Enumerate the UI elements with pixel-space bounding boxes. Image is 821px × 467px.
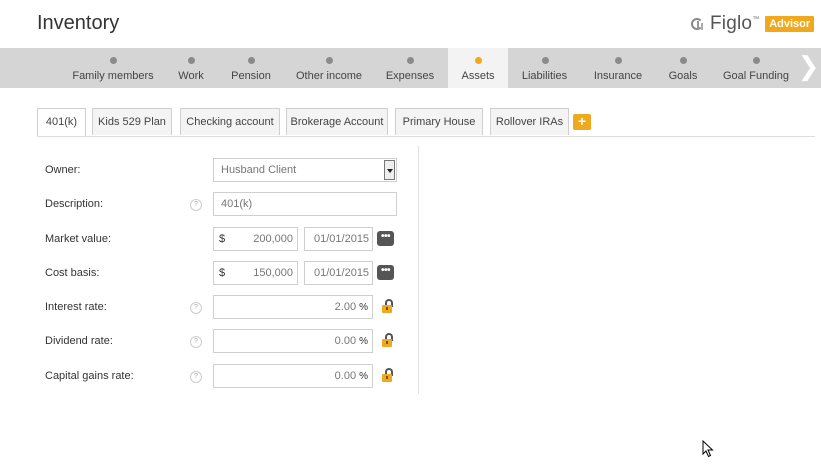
market-value-date-field[interactable]: 01/01/2015 [304, 227, 373, 251]
owner-label: Owner: [45, 164, 81, 176]
nav-item-insurance[interactable]: Insurance [590, 48, 646, 88]
description-label: Description: [45, 198, 104, 210]
nav-item-liabilities[interactable]: Liabilities [517, 48, 572, 88]
cost-basis-label: Cost basis: [45, 267, 100, 279]
unlock-icon[interactable] [379, 298, 395, 314]
chevron-right-icon[interactable]: ❯ [796, 48, 821, 88]
currency-symbol: $ [219, 267, 226, 279]
dividend-rate-value: 0.00 [334, 335, 357, 347]
interest-rate-field[interactable]: 2.00% [213, 295, 373, 319]
tab-kids-529-plan[interactable]: Kids 529 Plan [92, 108, 172, 135]
interest-rate-label: Interest rate: [45, 301, 107, 313]
brand-logo: Figlo ™ Advisor [691, 13, 815, 35]
more-options-icon[interactable]: ••• [377, 231, 394, 246]
step-dot-icon [188, 57, 195, 64]
tab-checking-account[interactable]: Checking account [180, 108, 280, 135]
step-dot-icon [248, 57, 255, 64]
market-value-amount: 200,000 [253, 233, 293, 245]
market-value-label: Market value: [45, 233, 112, 245]
step-navigation: Family members Work Pension Other income… [0, 48, 821, 88]
help-icon[interactable]: ? [190, 199, 202, 211]
help-icon[interactable]: ? [190, 336, 202, 348]
percent-unit: % [359, 302, 368, 313]
step-dot-icon [615, 57, 622, 64]
percent-unit: % [359, 336, 368, 347]
nav-item-label: Pension [231, 70, 271, 82]
owner-select-value: Husband Client [221, 164, 297, 176]
unlock-icon[interactable] [379, 367, 395, 383]
capital-gains-rate-label: Capital gains rate: [45, 370, 134, 382]
dividend-rate-label: Dividend rate: [45, 335, 113, 347]
owner-select[interactable]: Husband Client [213, 158, 397, 182]
nav-item-other-income[interactable]: Other income [293, 48, 365, 88]
step-dot-icon [753, 57, 760, 64]
nav-item-work[interactable]: Work [170, 48, 212, 88]
description-field[interactable]: 401(k) [213, 192, 397, 216]
step-dot-icon [326, 57, 333, 64]
more-options-icon[interactable]: ••• [377, 265, 394, 280]
chevron-down-icon[interactable] [384, 160, 395, 180]
nav-item-expenses[interactable]: Expenses [382, 48, 438, 88]
tab-401k[interactable]: 401(k) [37, 108, 86, 136]
panel-divider [418, 146, 419, 394]
tab-primary-house[interactable]: Primary House [395, 108, 483, 135]
nav-item-pension[interactable]: Pension [226, 48, 276, 88]
step-dot-icon [541, 57, 549, 64]
step-dot-icon [110, 57, 117, 64]
nav-item-label: Insurance [593, 70, 643, 82]
nav-item-family-members[interactable]: Family members [68, 48, 158, 88]
unlock-icon[interactable] [379, 332, 395, 348]
capital-gains-rate-field[interactable]: 0.00% [213, 364, 373, 388]
brand-trademark: ™ [752, 15, 760, 23]
nav-item-label: Expenses [385, 70, 435, 82]
nav-item-label: Liabilities [521, 70, 568, 82]
page-title: Inventory [37, 12, 120, 34]
add-asset-button[interactable]: + [573, 114, 591, 130]
cost-basis-amount: 150,000 [253, 267, 293, 279]
app-header: Inventory Figlo ™ Advisor [0, 0, 821, 48]
step-dot-icon [407, 57, 414, 64]
nav-item-label: Goals [668, 70, 698, 82]
mouse-cursor-icon [702, 440, 714, 458]
nav-item-label: Goal Funding [722, 70, 790, 82]
nav-item-goals[interactable]: Goals [663, 48, 703, 88]
help-icon[interactable]: ? [190, 302, 202, 314]
market-value-field[interactable]: $ 200,000 [213, 227, 298, 251]
currency-symbol: $ [219, 233, 226, 245]
tab-rollover-iras[interactable]: Rollover IRAs [490, 108, 569, 135]
nav-item-goal-funding[interactable]: Goal Funding [722, 48, 790, 88]
tab-brokerage-account[interactable]: Brokerage Account [286, 108, 388, 135]
asset-tabs: 401(k) Kids 529 Plan Checking account Br… [37, 108, 815, 137]
help-icon[interactable]: ? [190, 371, 202, 383]
step-dot-icon [680, 57, 687, 64]
percent-unit: % [359, 371, 368, 382]
nav-item-label: Work [178, 70, 204, 82]
brand-name: Figlo [710, 13, 753, 34]
cost-basis-field[interactable]: $ 150,000 [213, 261, 298, 285]
nav-item-label: Assets [461, 70, 495, 82]
nav-item-assets[interactable]: Assets [448, 48, 508, 88]
nav-item-label: Other income [295, 70, 363, 82]
step-dot-active-icon [475, 57, 482, 64]
dividend-rate-field[interactable]: 0.00% [213, 329, 373, 353]
nav-item-label: Family members [72, 70, 154, 82]
cost-basis-date-field[interactable]: 01/01/2015 [304, 261, 373, 285]
advisor-badge: Advisor [765, 16, 815, 32]
interest-rate-value: 2.00 [334, 301, 357, 313]
figlo-logo-icon [691, 16, 707, 32]
capital-gains-rate-value: 0.00 [334, 370, 357, 382]
